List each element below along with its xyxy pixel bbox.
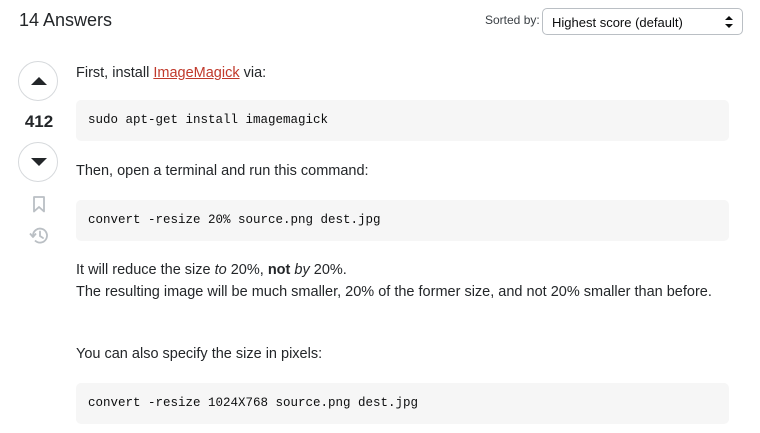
downvote-arrow-icon — [31, 158, 47, 166]
paragraph-terminal: Then, open a terminal and run this comma… — [76, 163, 369, 179]
sort-select-value: Highest score (default) — [552, 15, 683, 30]
explanation-by: by — [294, 262, 310, 278]
paragraph-install-prefix: First, install — [76, 65, 154, 81]
answers-count: 14 Answers — [19, 10, 113, 30]
vote-count: 412 — [24, 112, 54, 131]
code-block-resize-pixels: convert -resize 1024X768 source.png dest… — [76, 383, 729, 424]
upvote-button[interactable] — [18, 61, 58, 101]
explanation-not: not — [267, 262, 291, 278]
code-block-resize-percent: convert -resize 20% source.png dest.jpg — [76, 200, 729, 241]
paragraph-pixels: You can also specify the size in pixels: — [76, 346, 323, 362]
sort-label: Sorted by: — [485, 13, 540, 27]
imagemagick-link[interactable]: ImageMagick — [153, 65, 239, 81]
explanation-line2: The resulting image will be much smaller… — [76, 284, 712, 300]
answers-section: 14 Answers Sorted by: Highest score (def… — [0, 0, 760, 433]
explanation-part2: 20%, — [226, 262, 268, 278]
paragraph-install-suffix: via: — [239, 65, 267, 81]
code-block-install: sudo apt-get install imagemagick — [76, 100, 729, 141]
explanation-part1: It will reduce the size — [76, 262, 215, 278]
paragraph-install: First, install ImageMagick via: — [76, 62, 266, 84]
upvote-arrow-icon — [31, 77, 47, 85]
downvote-button[interactable] — [18, 142, 58, 182]
explanation-part4: 20%. — [309, 262, 347, 278]
paragraph-explanation: It will reduce the size to 20%, not by 2… — [76, 259, 716, 303]
sort-select[interactable]: Highest score (default) — [542, 8, 743, 35]
chevron-up-down-icon — [725, 15, 733, 29]
answers-header: 14 Answers Sorted by: Highest score (def… — [19, 8, 745, 38]
explanation-to: to — [214, 262, 227, 278]
bookmark-icon[interactable] — [32, 196, 46, 213]
history-icon[interactable] — [29, 226, 49, 245]
